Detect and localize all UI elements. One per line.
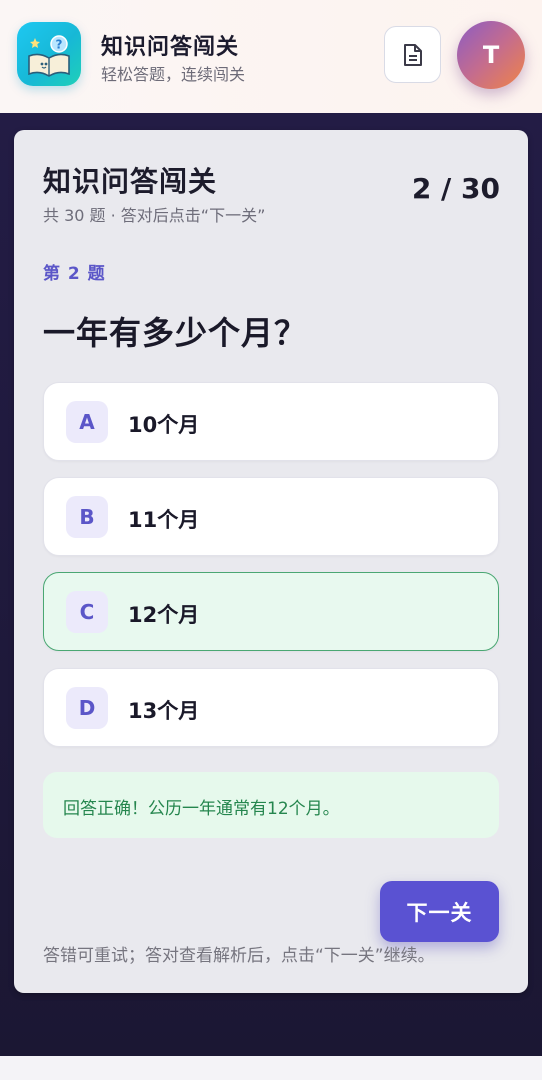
option-letter: C xyxy=(66,591,108,633)
app-subtitle: 轻松答题，连续闯关 xyxy=(101,65,246,84)
quiz-card: 知识问答闯关 共 30 题 · 答对后点击“下一关” 2 / 30 第 2 题 … xyxy=(14,130,528,993)
svg-text:?: ? xyxy=(56,38,63,52)
next-level-button[interactable]: 下一关 xyxy=(380,881,499,942)
document-button[interactable] xyxy=(384,26,441,83)
option-letter: D xyxy=(66,687,108,729)
answer-feedback: 回答正确！公历一年通常有12个月。 xyxy=(43,772,499,838)
quiz-title: 知识问答闯关 xyxy=(43,165,218,198)
option-c[interactable]: C 12个月 xyxy=(43,572,499,651)
quiz-meta: 共 30 题 · 答对后点击“下一关” xyxy=(43,206,266,225)
option-a[interactable]: A 10个月 xyxy=(43,382,499,461)
option-label: 12个月 xyxy=(128,603,200,627)
feedback-text: 回答正确！公历一年通常有12个月。 xyxy=(63,799,340,819)
document-icon xyxy=(404,44,422,66)
option-b[interactable]: B 11个月 xyxy=(43,477,499,556)
progress-counter: 2 / 30 xyxy=(411,172,500,205)
question-number: 第 2 题 xyxy=(43,264,106,284)
option-label: 11个月 xyxy=(128,508,200,532)
question-text: 一年有多少个月？ xyxy=(43,314,308,352)
option-d[interactable]: D 13个月 xyxy=(43,668,499,747)
option-letter: B xyxy=(66,496,108,538)
app-title: 知识问答闯关 xyxy=(101,35,240,60)
option-label: 13个月 xyxy=(128,699,200,723)
app-header: ? 知识问答闯关 轻松答题，连续闯关 T xyxy=(0,0,542,113)
bottom-strip xyxy=(0,1056,542,1080)
option-letter: A xyxy=(66,401,108,443)
user-avatar[interactable]: T xyxy=(457,21,525,89)
book-question-icon: ? xyxy=(17,22,81,86)
footer-hint: 答错可重试；答对查看解析后，点击“下一关”继续。 xyxy=(43,946,435,966)
option-label: 10个月 xyxy=(128,413,200,437)
